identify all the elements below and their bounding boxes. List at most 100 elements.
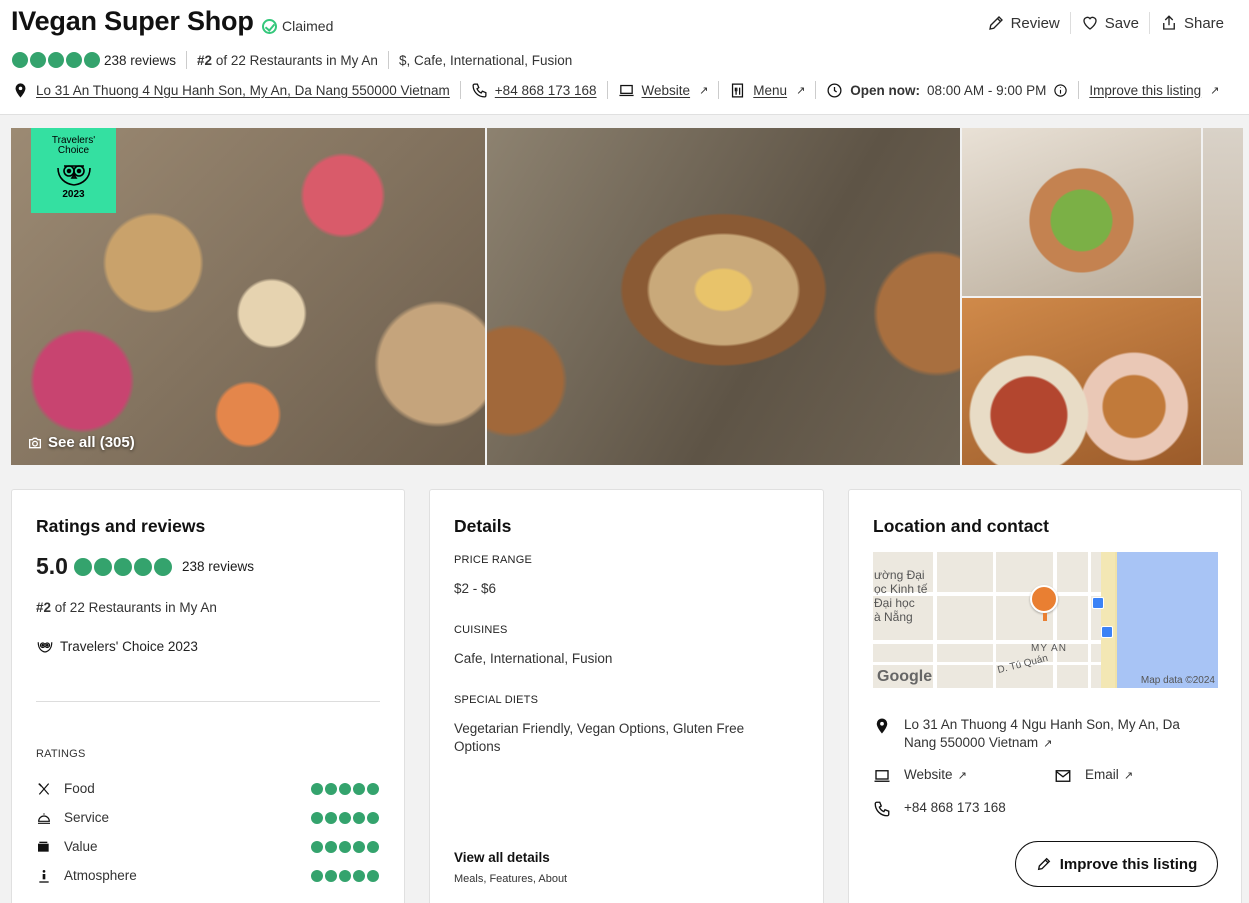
heart-icon <box>1083 16 1097 30</box>
email-text: Email <box>1085 767 1119 782</box>
claimed-badge[interactable]: Claimed <box>262 18 333 34</box>
badge-year: 2023 <box>62 189 85 200</box>
sub-rating-food: Food <box>36 774 379 803</box>
map-label: à Nẵng <box>874 610 913 624</box>
bubble-rating <box>311 782 379 795</box>
map-label: ường Đại <box>874 568 925 582</box>
external-link-icon: ↗ <box>1210 84 1220 97</box>
menu-link[interactable]: Menu ↗ <box>729 82 805 99</box>
divider <box>459 81 461 99</box>
mail-icon <box>1055 770 1071 782</box>
divider <box>1078 81 1080 99</box>
info-icon[interactable] <box>1053 83 1068 98</box>
bubble <box>30 52 46 68</box>
camera-icon <box>29 437 41 448</box>
map[interactable]: ường Đại ọc Kinh tế Đại học à Nẵng MY AN… <box>873 552 1218 688</box>
save-button[interactable]: Save <box>1069 12 1149 34</box>
phone-link[interactable]: +84 868 173 168 <box>873 799 1006 818</box>
award-label: Travelers' Choice 2023 <box>60 638 198 654</box>
external-link-icon: ↗ <box>699 84 709 97</box>
map-pin-icon <box>876 718 888 734</box>
photo-column <box>962 128 1202 465</box>
address-text: Lo 31 An Thuong 4 Ngu Hanh Son, My An, D… <box>36 82 450 98</box>
improve-listing-text: Improve this listing <box>1089 82 1202 98</box>
sub-rating-label: Value <box>64 839 98 854</box>
location-card-title: Location and contact <box>873 516 1049 536</box>
rank-number: #2 <box>36 600 52 615</box>
pencil-icon <box>988 16 1003 30</box>
bubble <box>113 557 132 576</box>
ranking-text[interactable]: #2 of 22 Restaurants in My An <box>36 600 217 615</box>
address-link[interactable]: Lo 31 An Thuong 4 Ngu Hanh Son, My An, D… <box>12 82 450 99</box>
open-now-label: Open now: <box>850 82 921 98</box>
map-label: MY AN <box>1031 643 1067 654</box>
improve-listing-button[interactable]: Improve this listing <box>1015 841 1218 887</box>
phone-text: +84 868 173 168 <box>494 82 597 98</box>
rank-text: of 22 Restaurants in My An <box>215 52 378 68</box>
view-all-details-link[interactable]: View all details <box>454 850 550 865</box>
email-link[interactable]: Email ↗ <box>1054 766 1133 785</box>
ratings-card: Ratings and reviews 5.0 238 reviews #2 o… <box>11 489 405 903</box>
restaurant-pin-icon[interactable] <box>1030 585 1058 621</box>
opening-hours[interactable]: Open now: 08:00 AM - 9:00 PM <box>826 82 1068 99</box>
overall-score: 5.0 238 reviews <box>36 553 254 580</box>
map-label: ọc Kinh tế <box>874 582 928 596</box>
share-button[interactable]: Share <box>1148 12 1234 34</box>
sub-rating-atmosphere: Atmosphere <box>36 861 379 890</box>
sub-rating-value: Value <box>36 832 379 861</box>
website-link[interactable]: Website ↗ <box>873 766 967 785</box>
improve-listing-label: Improve this listing <box>1059 855 1198 873</box>
bubble <box>12 52 28 68</box>
bubble <box>73 557 92 576</box>
share-icon <box>1163 15 1175 30</box>
photo-3[interactable] <box>962 128 1202 296</box>
wallet-icon <box>38 841 49 852</box>
cuisines-label: CUISINES <box>454 624 508 636</box>
location-card: Location and contact ường Đại ọc Kinh tế… <box>848 489 1242 903</box>
bubble-rating[interactable] <box>12 52 100 68</box>
see-all-photos-button[interactable]: See all (305) <box>27 434 135 451</box>
bubble <box>84 52 100 68</box>
restaurant-title: IVegan Super Shop <box>11 6 254 36</box>
photo-4[interactable] <box>962 297 1202 465</box>
phone-link[interactable]: +84 868 173 168 <box>471 82 597 99</box>
sub-rating-label: Service <box>64 810 110 825</box>
owl-laurel-icon <box>56 165 91 186</box>
badge-line-2: Choice <box>57 145 90 156</box>
reviews-count-link[interactable]: 238 reviews <box>182 559 254 574</box>
sub-rating-service: Service <box>36 803 379 832</box>
reviews-link[interactable]: 238 reviews <box>104 53 176 68</box>
ranking-link[interactable]: #2 of 22 Restaurants in My An <box>197 53 378 68</box>
utensils-icon <box>38 782 50 795</box>
photo-5[interactable] <box>1203 128 1243 465</box>
bus-stop-icon <box>1101 626 1113 638</box>
divider <box>815 81 817 99</box>
bubble <box>66 52 82 68</box>
info-row: Lo 31 An Thuong 4 Ngu Hanh Son, My An, D… <box>12 81 1219 99</box>
bubble <box>153 557 172 576</box>
bubble <box>133 557 152 576</box>
see-all-label: See all (305) <box>48 434 135 451</box>
claimed-label: Claimed <box>282 18 334 34</box>
special-diets-value: Vegetarian Friendly, Vegan Options, Glut… <box>454 721 745 754</box>
divider <box>718 81 720 99</box>
photo-main[interactable]: Travelers' Choice 2023 See all (305) <box>11 128 485 465</box>
laptop-icon <box>874 770 890 782</box>
sub-rating-label: Food <box>64 781 95 796</box>
external-link-icon: ↗ <box>796 84 806 97</box>
review-button[interactable]: Review <box>977 12 1070 34</box>
address-link[interactable]: Lo 31 An Thuong 4 Ngu Hanh Son, My An, D… <box>873 716 1193 753</box>
website-text: Website <box>641 82 691 98</box>
map-label: Đại học <box>874 596 915 610</box>
bubble-rating <box>311 869 379 882</box>
bubble <box>93 557 112 576</box>
website-link[interactable]: Website ↗ <box>618 82 709 99</box>
travelers-choice-award: Travelers' Choice 2023 <box>36 637 198 655</box>
phone-text: +84 868 173 168 <box>904 800 1006 815</box>
external-link-icon: ↗ <box>1120 770 1134 782</box>
divider <box>186 51 188 69</box>
price-range-value: $2 - $6 <box>454 581 497 596</box>
map-pin-icon <box>15 82 26 98</box>
photo-2[interactable] <box>486 128 961 465</box>
improve-listing-link[interactable]: Improve this listing ↗ <box>1089 83 1219 98</box>
